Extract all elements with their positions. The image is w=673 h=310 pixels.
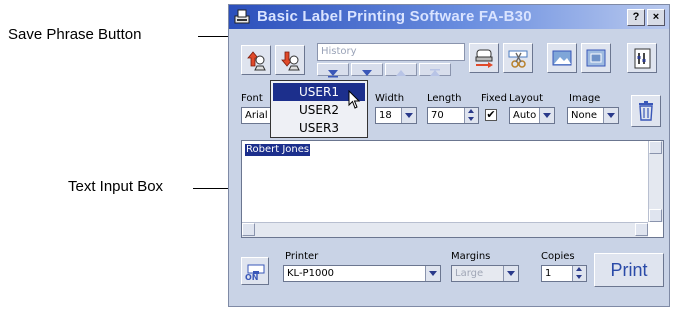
on-label: ON <box>245 273 259 282</box>
margins-label: Margins <box>451 251 491 262</box>
history-last-button[interactable] <box>419 63 451 76</box>
fixed-checkbox[interactable]: ✔ <box>485 109 497 121</box>
help-button[interactable]: ? <box>627 9 645 26</box>
save-phrase-button[interactable] <box>275 45 305 75</box>
scroll-right-icon[interactable] <box>635 223 648 236</box>
spin-icon[interactable] <box>464 108 478 123</box>
save-phrase-icon <box>281 51 300 71</box>
chevron-down-icon[interactable] <box>401 108 416 123</box>
clear-button[interactable] <box>631 95 661 127</box>
font-label: Font <box>241 93 263 104</box>
scroll-up-icon[interactable] <box>649 141 662 154</box>
printer-label: Printer <box>285 251 319 262</box>
vertical-scrollbar[interactable] <box>648 141 663 222</box>
scroll-down-icon[interactable] <box>649 209 662 222</box>
settings-icon <box>634 48 651 69</box>
first-icon <box>328 70 338 78</box>
close-button[interactable]: × <box>647 9 665 26</box>
tape-cut-button[interactable] <box>503 43 533 73</box>
last-icon <box>430 69 440 76</box>
tape-feed-icon <box>475 49 493 68</box>
text-input-box[interactable]: Robert Jones <box>241 140 664 238</box>
down-icon <box>362 70 372 76</box>
width-label: Width <box>375 93 405 104</box>
width-value: 18 <box>379 110 392 121</box>
margins-select[interactable]: Large <box>451 265 519 282</box>
length-label: Length <box>427 93 462 104</box>
margins-value: Large <box>455 268 484 279</box>
printer-value: KL-P1000 <box>287 268 335 279</box>
menu-item-user3[interactable]: USER3 <box>273 119 365 137</box>
chevron-down-icon[interactable] <box>539 108 554 123</box>
chevron-down-icon <box>503 266 518 281</box>
print-button[interactable]: Print <box>594 253 664 287</box>
length-value: 70 <box>431 110 444 121</box>
layout-value: Auto <box>513 110 537 121</box>
spin-icon[interactable] <box>572 266 586 281</box>
history-input[interactable]: History <box>317 43 465 61</box>
chevron-down-icon[interactable] <box>603 108 618 123</box>
frame-button[interactable] <box>581 43 611 73</box>
save-phrase-callout: Save Phrase Button <box>8 26 142 43</box>
scroll-left-icon[interactable] <box>242 223 255 236</box>
printer-app-icon <box>234 9 250 24</box>
text-input-callout: Text Input Box <box>68 178 164 195</box>
history-down-button[interactable] <box>351 63 383 76</box>
settings-button[interactable] <box>627 43 657 73</box>
load-phrase-button[interactable] <box>241 45 271 75</box>
width-select[interactable]: 18 <box>375 107 417 124</box>
fixed-label: Fixed <box>481 93 507 104</box>
trash-icon <box>639 101 653 121</box>
copies-stepper[interactable]: 1 <box>541 265 587 282</box>
up-icon <box>396 70 406 76</box>
picture-icon <box>552 50 572 66</box>
history-up-button[interactable] <box>385 63 417 76</box>
chevron-down-icon[interactable] <box>425 266 440 281</box>
selected-text: Robert Jones <box>245 144 311 156</box>
layout-select[interactable]: Auto <box>509 107 555 124</box>
image-button[interactable] <box>547 43 577 73</box>
horizontal-scrollbar[interactable] <box>242 222 648 237</box>
title-bar: Basic Label Printing Software FA-B30 ? × <box>229 5 669 29</box>
scissors-icon <box>508 50 528 68</box>
image-value: None <box>571 110 598 121</box>
printer-on-button[interactable]: ON <box>241 257 269 285</box>
window-title: Basic Label Printing Software FA-B30 <box>257 8 532 25</box>
length-stepper[interactable]: 70 <box>427 107 479 124</box>
copies-label: Copies <box>541 251 575 262</box>
copies-value: 1 <box>545 268 552 279</box>
mouse-cursor-icon <box>348 90 361 109</box>
printer-select[interactable]: KL-P1000 <box>283 265 441 282</box>
history-first-button[interactable] <box>317 63 349 78</box>
load-phrase-icon <box>247 51 266 71</box>
image-select[interactable]: None <box>567 107 619 124</box>
frame-icon <box>586 49 606 67</box>
image-label: Image <box>569 93 601 104</box>
layout-label: Layout <box>509 93 543 104</box>
app-window: Basic Label Printing Software FA-B30 ? ×… <box>228 4 670 307</box>
tape-feed-button[interactable] <box>469 43 499 73</box>
